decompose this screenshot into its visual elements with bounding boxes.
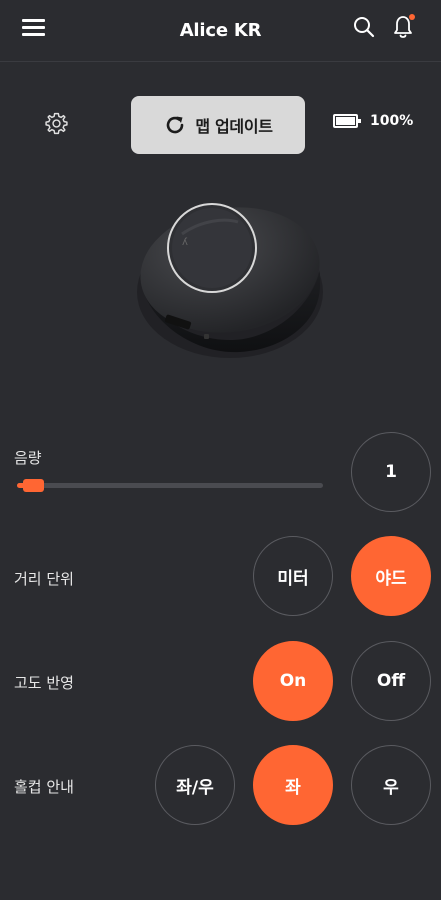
battery-icon [333, 114, 361, 128]
volume-slider[interactable] [17, 479, 323, 492]
device-image: ʎ [137, 203, 323, 358]
distance-unit-yard-button[interactable]: 야드 [351, 536, 431, 616]
volume-label: 음량 [14, 449, 42, 467]
app-header: Alice KR [0, 0, 441, 62]
bell-icon[interactable] [391, 12, 417, 40]
cup-guide-right-button[interactable]: 우 [351, 745, 431, 825]
refresh-icon [167, 116, 184, 134]
elevation-label: 고도 반영 [14, 674, 74, 692]
volume-slider-thumb[interactable] [22, 479, 44, 492]
elevation-on-button[interactable]: On [253, 641, 333, 721]
cup-guide-label: 홀컵 안내 [14, 778, 74, 796]
notification-dot [409, 14, 415, 20]
distance-unit-label: 거리 단위 [14, 570, 74, 588]
distance-unit-meter-button[interactable]: 미터 [253, 536, 333, 616]
battery-percentage: 100% [370, 113, 414, 129]
map-update-button[interactable]: 맵 업데이트 [131, 96, 305, 154]
volume-value-button[interactable]: 1 [351, 432, 431, 512]
elevation-off-button[interactable]: Off [351, 641, 431, 721]
battery-status: 100% [333, 113, 413, 129]
map-update-label: 맵 업데이트 [195, 117, 273, 136]
svg-text:ʎ: ʎ [182, 237, 188, 248]
cup-guide-left-button[interactable]: 좌 [253, 745, 333, 825]
cup-guide-left-right-button[interactable]: 좌/우 [155, 745, 235, 825]
search-icon[interactable] [352, 15, 376, 39]
settings-icon[interactable] [44, 111, 69, 136]
